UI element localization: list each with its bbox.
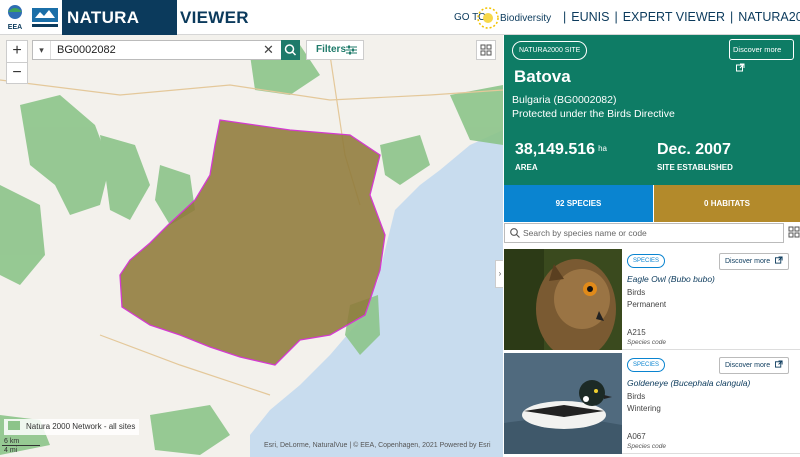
tab-species[interactable]: 92 SPECIES (504, 185, 653, 222)
filters-button[interactable]: Filters (306, 40, 364, 60)
scale-mi: 4 mi (4, 447, 18, 454)
svg-text:EEA: EEA (8, 24, 22, 31)
scale-km: 6 km (2, 437, 40, 446)
map-canvas[interactable] (0, 35, 503, 457)
area-value: 38,149.516 ha (515, 141, 607, 158)
area-unit: ha (598, 144, 607, 153)
sliders-icon (346, 45, 357, 55)
site-country-code: Bulgaria (BG0002082) (512, 94, 617, 106)
grid-view-icon[interactable] (788, 226, 800, 238)
species-code-label: Species code (627, 443, 667, 450)
established-value: Dec. 2007 (657, 141, 731, 158)
filters-label: Filters (316, 44, 347, 55)
nav-expert-viewer[interactable]: EXPERT VIEWER (623, 10, 725, 24)
biodiversity-logo[interactable]: Biodiversity (477, 4, 557, 32)
natura-patch (150, 405, 230, 455)
species-tag: SPECIES (627, 254, 666, 268)
species-card[interactable]: SPECIES Discover more Eagle Owl (Bubo bu… (504, 249, 800, 350)
chevron-down-icon[interactable]: ▾ (33, 41, 51, 59)
map-legend: Natura 2000 Network - all sites (4, 419, 140, 435)
site-name: Batova (514, 67, 571, 86)
natura-patch (100, 135, 150, 220)
discover-label: Discover more (725, 258, 771, 265)
batova-site-polygon (119, 119, 386, 366)
map-attribution: Esri, DeLorme, NaturalVue | © EEA, Copen… (264, 442, 491, 449)
species-code-label: Species code (627, 339, 667, 346)
content-tabs: 92 SPECIES 0 HABITATS (504, 185, 800, 222)
established-label: SITE ESTABLISHED (657, 163, 733, 172)
map-view[interactable]: + − ▾ BG0002082 ✕ Filters › Natura 2000 … (0, 35, 503, 457)
external-link-icon (775, 256, 783, 264)
site-search-input[interactable]: BG0002082 (57, 41, 116, 59)
site-info: Bulgaria (BG0002082) Protected under the… (512, 93, 675, 121)
species-status: Permanent (627, 300, 667, 309)
eagle-owl-photo (504, 249, 622, 350)
legend-swatch (8, 421, 20, 430)
zoom-in-button[interactable]: + (7, 41, 27, 62)
species-status: Wintering (627, 404, 661, 413)
discover-label: Discover more (733, 45, 782, 54)
basemap-button[interactable] (476, 40, 496, 60)
natura-patch (20, 95, 110, 215)
external-link-icon (775, 360, 783, 368)
natura-patch (0, 185, 45, 285)
species-code: A215 (627, 328, 646, 337)
natura-patch (380, 135, 430, 185)
collapse-panel-button[interactable]: › (495, 260, 503, 288)
road (0, 79, 503, 101)
species-group: Birds (627, 288, 646, 297)
zoom-control: + − (6, 40, 28, 84)
scale-bar: 6 km 4 mi (2, 437, 70, 455)
top-nav: |EUNIS|EXPERT VIEWER|NATURA2000 LIST (558, 0, 800, 35)
site-panel: NATURA2000 SITE Discover more Batova Bul… (504, 35, 800, 457)
app-title-viewer: VIEWER (180, 8, 249, 27)
zoom-out-button[interactable]: − (7, 62, 27, 83)
species-search-input[interactable] (523, 226, 778, 240)
grid-icon (480, 44, 492, 56)
species-name[interactable]: Eagle Owl (Bubo bubo) (627, 274, 715, 284)
discover-label: Discover more (725, 362, 771, 369)
nav-natura2000-list[interactable]: NATURA2000 LIST (738, 10, 800, 24)
site-directive: Protected under the Birds Directive (512, 108, 675, 120)
species-group: Birds (627, 392, 646, 401)
species-search-box[interactable] (504, 223, 784, 243)
search-icon (284, 44, 297, 56)
legend-label: Natura 2000 Network - all sites (26, 422, 136, 431)
external-link-icon (736, 63, 745, 72)
app-root: EEA NATURA 2000 VIEWER GO TO Biodiversit… (0, 0, 800, 457)
site-discover-more-button[interactable]: Discover more (729, 39, 794, 72)
species-card[interactable]: SPECIES Discover more Goldeneye (Bucepha… (504, 353, 800, 454)
site-type-tag: NATURA2000 SITE (512, 41, 588, 60)
clear-icon[interactable]: ✕ (263, 41, 274, 59)
nav-eunis[interactable]: EUNIS (571, 10, 609, 24)
tab-habitats[interactable]: 0 HABITATS (654, 185, 800, 222)
species-discover-more-button[interactable]: Discover more (719, 357, 789, 374)
header-bar: EEA NATURA 2000 VIEWER GO TO Biodiversit… (0, 0, 800, 62)
app-title-natura2000: NATURA 2000 (62, 0, 177, 62)
natura2000-logo[interactable] (30, 2, 60, 32)
eea-logo[interactable]: EEA (2, 2, 28, 32)
biodiversity-logo-text: Biodiversity (500, 13, 551, 24)
species-code: A067 (627, 432, 646, 441)
search-button[interactable] (281, 40, 300, 60)
species-discover-more-button[interactable]: Discover more (719, 253, 789, 270)
site-search-box[interactable]: ▾ BG0002082 ✕ (32, 40, 300, 60)
goldeneye-photo (504, 353, 622, 454)
search-icon (510, 228, 520, 238)
area-label: AREA (515, 163, 538, 172)
site-header: NATURA2000 SITE Discover more Batova Bul… (504, 35, 800, 185)
natura-patch (450, 85, 503, 145)
species-name[interactable]: Goldeneye (Bucephala clangula) (627, 378, 750, 388)
species-tag: SPECIES (627, 358, 666, 372)
